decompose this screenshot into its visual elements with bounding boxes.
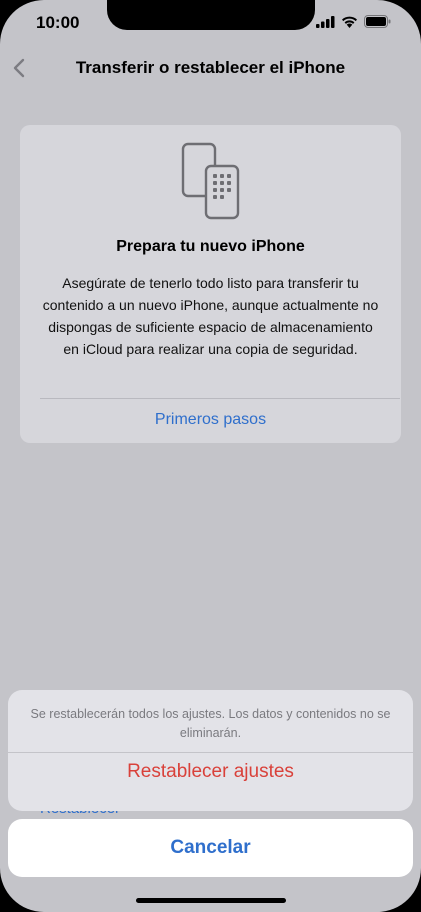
two-phones-icon — [181, 142, 240, 220]
action-sheet: Se restablecerán todos los ajustes. Los … — [8, 690, 413, 811]
card-title: Prepara tu nuevo iPhone — [116, 238, 305, 255]
home-indicator[interactable] — [136, 898, 286, 903]
action-sheet-divider — [8, 752, 413, 753]
phone-screen: 10:00 Transferir o restablecer el iPhone — [0, 0, 421, 912]
notch — [107, 0, 315, 30]
status-time: 10:00 — [36, 13, 80, 32]
cancel-label: Cancelar — [170, 837, 251, 858]
status-icons — [316, 15, 391, 28]
reset-settings-button[interactable]: Restablecer ajustes — [8, 761, 413, 783]
cancel-button[interactable]: Cancelar — [8, 819, 413, 877]
signal-icon — [316, 15, 335, 28]
card-divider — [40, 398, 400, 399]
action-sheet-message: Se restablecerán todos los ajustes. Los … — [30, 707, 391, 740]
get-started-link[interactable]: Primeros pasos — [20, 411, 401, 429]
page-title: Transferir o restablecer el iPhone — [75, 58, 346, 77]
battery-icon — [364, 15, 391, 28]
wifi-icon — [342, 16, 357, 28]
card-description: Asegúrate de tenerlo todo listo para tra… — [42, 275, 379, 357]
